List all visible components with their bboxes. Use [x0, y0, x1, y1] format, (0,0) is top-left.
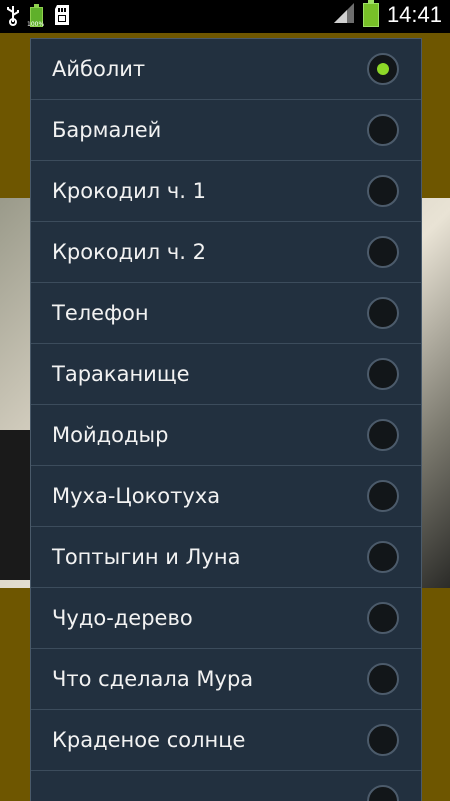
radio-button[interactable]: [367, 236, 399, 268]
radio-button[interactable]: [367, 724, 399, 756]
list-item-toptygin[interactable]: Топтыгин и Луна: [31, 527, 421, 588]
list-item-label: Бармалей: [52, 118, 162, 142]
list-item-chudo-derevo[interactable]: Чудо-дерево: [31, 588, 421, 649]
battery-full-icon: 100%: [27, 4, 45, 28]
list-item-label: Топтыгин и Луна: [52, 545, 241, 569]
radio-button[interactable]: [367, 602, 399, 634]
radio-button[interactable]: [367, 663, 399, 695]
list-item-label: Крокодил ч. 1: [52, 179, 207, 203]
list-item-krokodil-2[interactable]: Крокодил ч. 2: [31, 222, 421, 283]
radio-button[interactable]: [367, 785, 399, 801]
list-item-mukha-tsokotukha[interactable]: Муха-Цокотуха: [31, 466, 421, 527]
status-bar-notifications: 100%: [6, 4, 71, 30]
sd-card-icon: [53, 4, 71, 30]
list-item-label: Мойдодыр: [52, 423, 169, 447]
status-bar: 100% 14:41: [0, 0, 450, 33]
radio-button[interactable]: [367, 419, 399, 451]
list-item-label: Краденое солнце: [52, 728, 246, 752]
list-item-label: Крокодил ч. 2: [52, 240, 207, 264]
list-item-tarakanishche[interactable]: Тараканище: [31, 344, 421, 405]
list-item-krokodil-1[interactable]: Крокодил ч. 1: [31, 161, 421, 222]
battery-small-label: 100%: [27, 21, 45, 28]
list-item-label: Муха-Цокотуха: [52, 484, 221, 508]
background-illustration-shadow: [0, 430, 30, 580]
radio-button-selected[interactable]: [367, 53, 399, 85]
list-item-label: Айболит: [52, 57, 146, 81]
list-item-label: Тараканище: [52, 362, 190, 386]
list-item-chto-sdelala-mura[interactable]: Что сделала Мура: [31, 649, 421, 710]
radio-button[interactable]: [367, 480, 399, 512]
usb-icon: [6, 4, 20, 30]
list-item-barmaley[interactable]: Бармалей: [31, 100, 421, 161]
radio-button[interactable]: [367, 297, 399, 329]
story-selection-dialog: Айболит Бармалей Крокодил ч. 1 Крокодил …: [30, 38, 422, 801]
list-item-partial[interactable]: [31, 771, 421, 801]
list-item-moydodyr[interactable]: Мойдодыр: [31, 405, 421, 466]
radio-button[interactable]: [367, 358, 399, 390]
list-item-telefon[interactable]: Телефон: [31, 283, 421, 344]
list-item-label: Телефон: [52, 301, 149, 325]
clock: 14:41: [386, 2, 442, 27]
radio-button[interactable]: [367, 175, 399, 207]
radio-button[interactable]: [367, 114, 399, 146]
radio-button[interactable]: [367, 541, 399, 573]
battery-icon: [362, 0, 379, 27]
list-item-aibolit[interactable]: Айболит: [31, 39, 421, 100]
list-item-label: Чудо-дерево: [52, 606, 193, 630]
list-item-label: Что сделала Мура: [52, 667, 254, 691]
list-item-kradenoe-solntse[interactable]: Краденое солнце: [31, 710, 421, 771]
signal-icon: [333, 2, 355, 28]
